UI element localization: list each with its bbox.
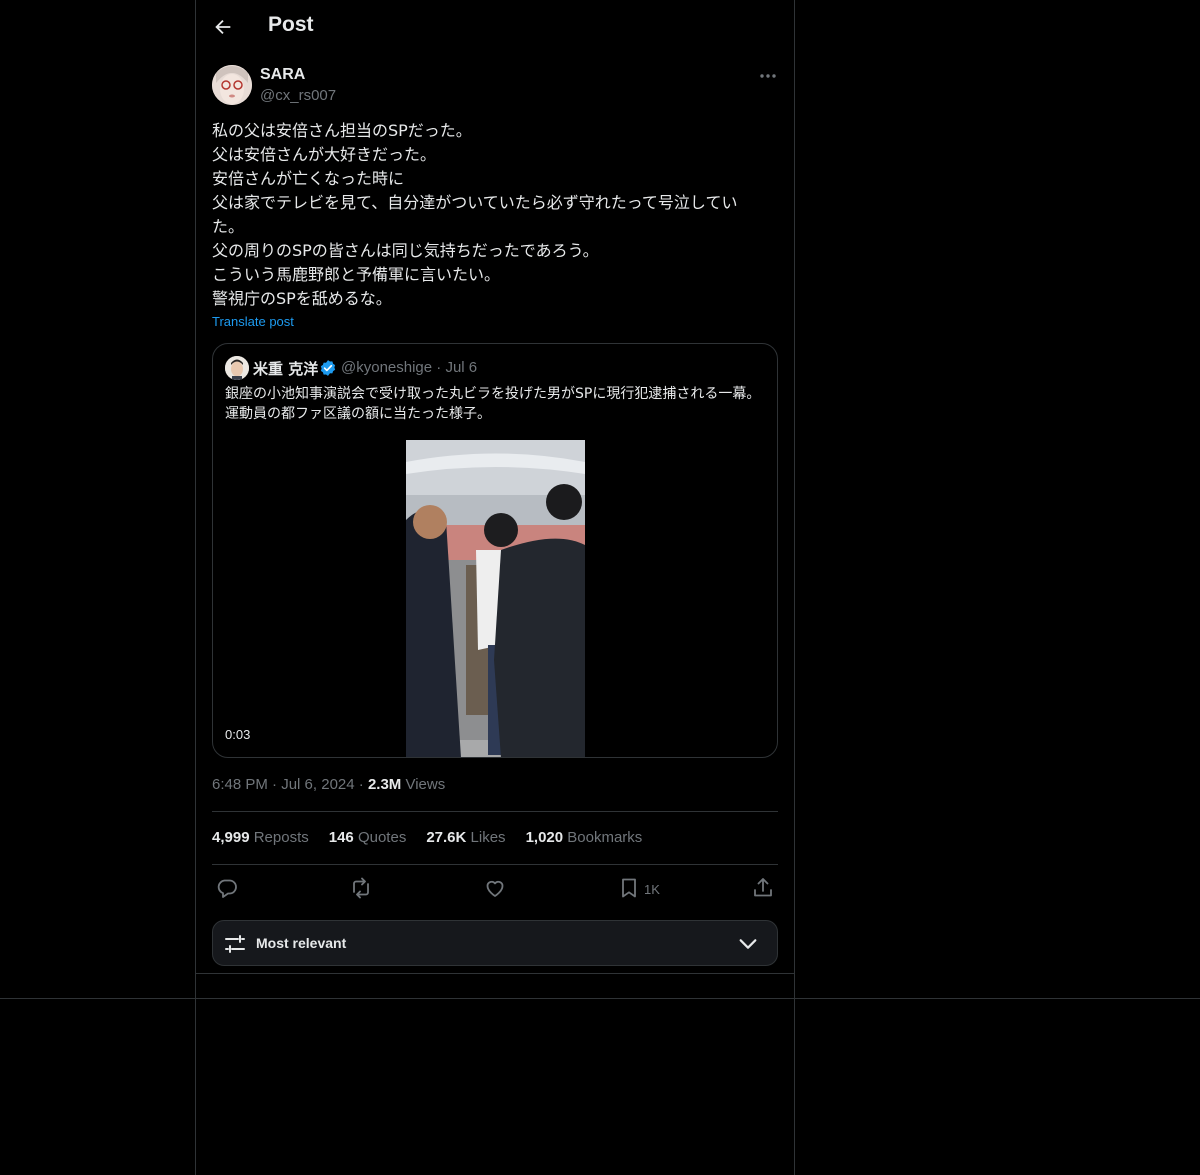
quote-author-name: 米重 克洋 <box>253 360 319 378</box>
post-date[interactable]: Jul 6, 2024 <box>281 776 354 793</box>
views-count: 2.3M <box>367 776 402 793</box>
author-name[interactable]: SARA <box>260 66 305 84</box>
more-options-button[interactable] <box>756 64 780 88</box>
reply-sort-dropdown[interactable]: Most relevant <box>212 920 778 966</box>
video-duration: 0:03 <box>225 727 251 742</box>
post-meta: 6:48 PM · Jul 6, 2024 · 2.3M Views <box>212 776 446 793</box>
repost-icon <box>353 877 369 899</box>
translate-post-link[interactable]: Translate post <box>212 314 294 329</box>
quote-handle-date: @kyoneshige · Jul 6 <box>341 359 478 376</box>
divider <box>212 811 778 812</box>
like-icon <box>486 880 504 897</box>
reply-icon <box>217 879 237 898</box>
reply-button[interactable] <box>215 876 239 900</box>
quote-text: 銀座の小池知事演説会で受け取った丸ビラを投げた男がSPに現行犯逮捕される一幕。運… <box>225 386 761 422</box>
repost-button[interactable] <box>349 876 373 900</box>
sliders-icon <box>223 932 247 956</box>
avatar[interactable] <box>212 65 252 105</box>
chevron-down-icon <box>737 933 759 955</box>
post-time[interactable]: 6:48 PM <box>212 776 268 793</box>
author-handle[interactable]: @cx_rs007 <box>260 87 336 104</box>
like-button[interactable] <box>483 876 507 900</box>
quoted-post[interactable]: 米重 克洋 @kyoneshige · Jul 6 銀座の小池知事演説会で受け取… <box>212 343 778 758</box>
reposts-stat[interactable]: 4,999 Reposts <box>212 829 309 846</box>
more-icon <box>760 74 776 78</box>
bookmark-count: 1K <box>644 882 660 897</box>
sort-label: Most relevant <box>256 935 347 951</box>
quote-video-thumbnail[interactable] <box>406 440 585 757</box>
likes-stat[interactable]: 27.6K Likes <box>426 829 505 846</box>
bookmark-button[interactable] <box>617 876 641 900</box>
post-text: 私の父は安倍さん担当のSPだった。 父は安倍さんが大好きだった。 安倍さんが亡く… <box>212 121 738 308</box>
bookmarks-stat[interactable]: 1,020 Bookmarks <box>526 829 643 846</box>
back-button[interactable] <box>212 16 234 38</box>
verified-badge-icon <box>319 359 337 377</box>
share-button[interactable] <box>751 876 775 900</box>
arrow-left-icon <box>215 19 231 35</box>
views-label: Views <box>405 776 446 793</box>
quote-avatar <box>225 356 249 380</box>
page-title: Post <box>268 13 314 36</box>
bookmark-icon <box>622 878 636 898</box>
divider <box>196 973 794 974</box>
quotes-stat[interactable]: 146 Quotes <box>329 829 407 846</box>
divider <box>0 998 1200 999</box>
engagement-stats: 4,999 Reposts 146 Quotes 27.6K Likes 1,0… <box>212 829 642 846</box>
divider <box>212 864 778 865</box>
share-icon <box>754 878 772 897</box>
